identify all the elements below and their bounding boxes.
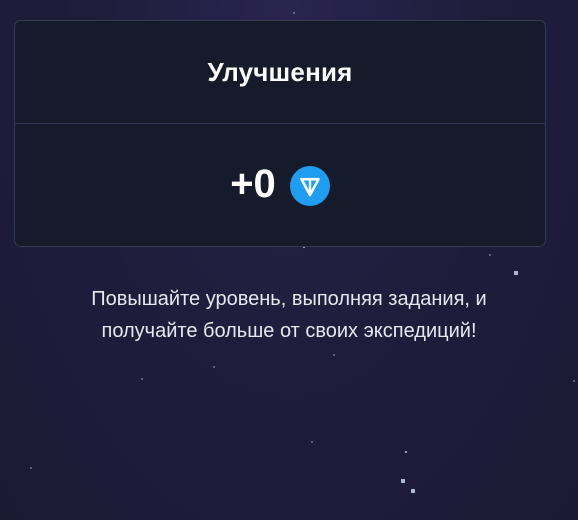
background-star <box>213 366 215 368</box>
background-star <box>293 12 295 14</box>
background-star <box>514 271 518 275</box>
upgrades-reward-row: +0 <box>15 124 545 246</box>
upgrades-title: Улучшения <box>207 56 353 87</box>
background-star <box>333 354 335 356</box>
background-star <box>141 378 143 380</box>
background-star <box>573 380 575 382</box>
upgrades-card: Улучшения +0 <box>14 20 546 247</box>
upgrades-description: Повышайте уровень, выполняя задания, и п… <box>20 283 558 347</box>
background-star <box>30 467 32 469</box>
upgrades-card-header: Улучшения <box>15 21 545 124</box>
background-star <box>311 441 313 443</box>
background-star <box>401 479 405 483</box>
background-star <box>489 254 491 256</box>
ton-coin-icon <box>289 165 330 206</box>
description-line-1: Повышайте уровень, выполняя задания, и <box>91 288 487 310</box>
background-star <box>411 489 415 493</box>
description-line-2: получайте больше от своих экспедиций! <box>101 320 477 342</box>
background-star <box>405 451 407 453</box>
reward-value: +0 <box>230 162 276 206</box>
